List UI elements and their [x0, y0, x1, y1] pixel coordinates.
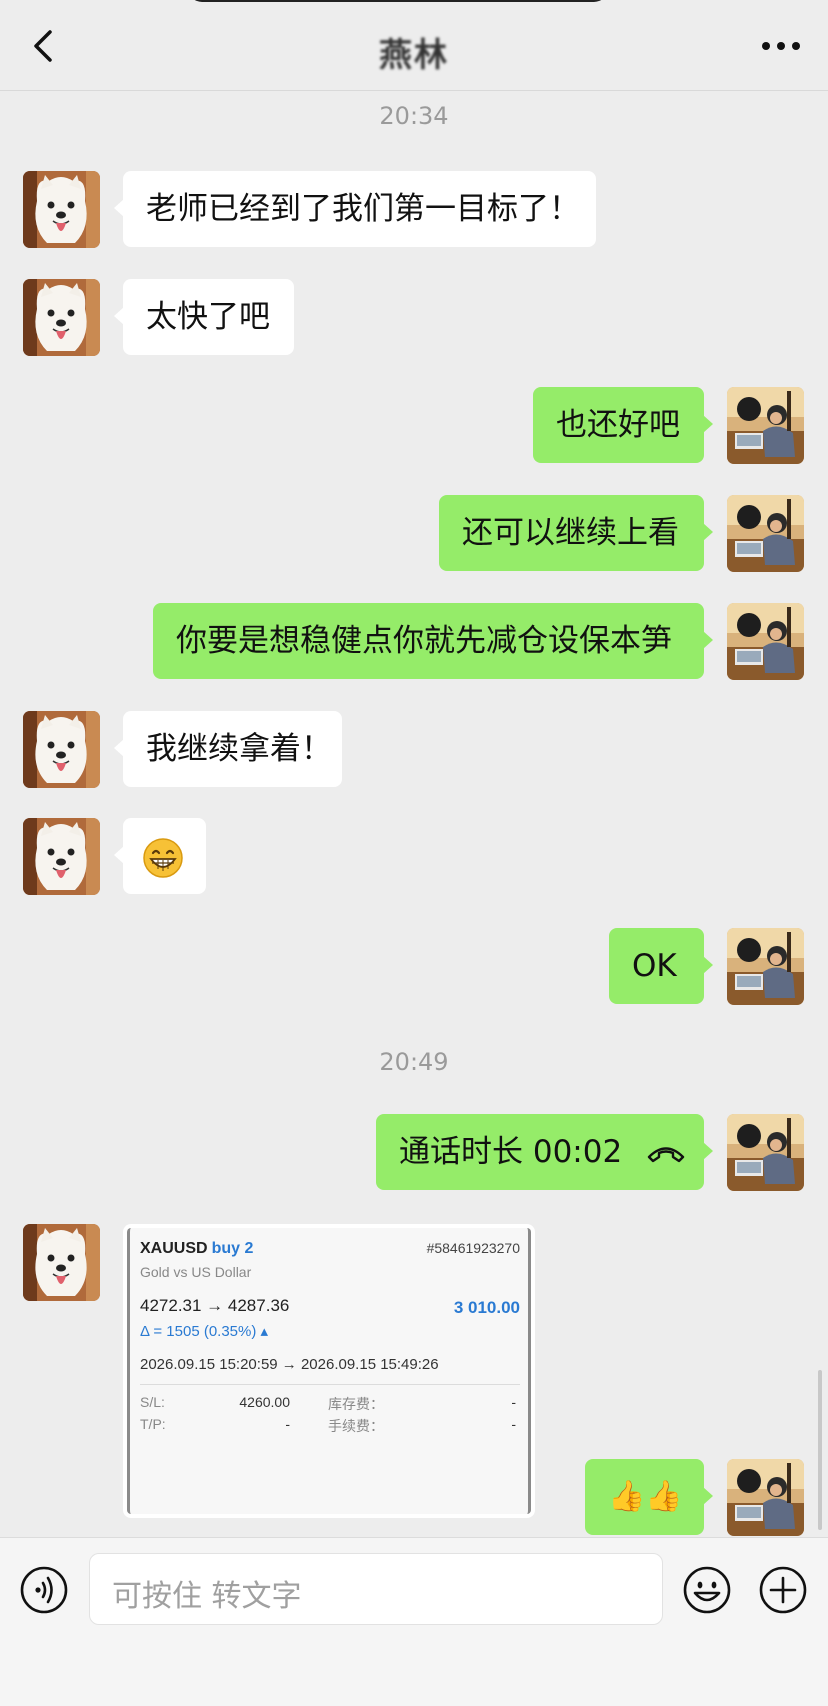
trade-symbol: XAUUSD buy 2: [140, 1240, 253, 1258]
my-avatar[interactable]: [727, 928, 804, 1005]
received-message[interactable]: 我继续拿着！: [114, 711, 342, 787]
phone-hangup-icon: [647, 1146, 685, 1162]
device-notch: [188, 0, 608, 2]
tp-label: T/P:: [140, 1416, 166, 1432]
sent-message[interactable]: 还可以继续上看: [439, 495, 713, 571]
my-avatar[interactable]: [727, 387, 804, 464]
message-input[interactable]: 可按住 转文字: [89, 1553, 663, 1625]
message-list[interactable]: 20:34 老师已经到了我们第一目标了！ 太快了吧 也还好吧 还可以继续上看 你…: [0, 90, 828, 1537]
voice-icon[interactable]: [19, 1565, 69, 1615]
sent-message[interactable]: 👍👍: [585, 1459, 713, 1535]
call-record-message[interactable]: 通话时长 00:02: [376, 1114, 713, 1190]
sent-message[interactable]: 也还好吧: [533, 387, 713, 463]
chat-header: 燕林: [0, 0, 828, 91]
timestamp: 20:49: [379, 1048, 449, 1076]
contact-avatar[interactable]: [23, 279, 100, 356]
trade-side: buy 2: [211, 1240, 254, 1257]
input-bar: 可按住 转文字: [0, 1537, 828, 1706]
sent-message[interactable]: OK: [609, 928, 713, 1004]
trade-profit: 3 010.00: [453, 1298, 520, 1317]
plus-icon[interactable]: [758, 1565, 808, 1615]
contact-avatar[interactable]: [23, 711, 100, 788]
chat-title: 燕林: [379, 35, 449, 74]
contact-avatar[interactable]: [23, 171, 100, 248]
call-duration-text: 通话时长 00:02: [399, 1134, 623, 1170]
swap-label: 库存费：: [328, 1396, 384, 1412]
received-sticker-message[interactable]: [114, 818, 206, 894]
commission-value: -: [511, 1416, 516, 1432]
received-message[interactable]: 太快了吧: [114, 279, 294, 355]
my-avatar[interactable]: [727, 603, 804, 680]
my-avatar[interactable]: [727, 495, 804, 572]
more-dots-icon[interactable]: [758, 30, 804, 60]
input-placeholder: 可按住 转文字: [112, 1579, 302, 1614]
trade-description: Gold vs US Dollar: [140, 1264, 252, 1280]
sent-message[interactable]: 你要是想稳健点你就先减仓设保本笋: [153, 603, 713, 679]
trade-prices: 4272.31 → 4287.36: [140, 1296, 290, 1315]
symbol-text: XAUUSD: [140, 1240, 208, 1257]
trade-card: XAUUSD buy 2 #58461923270 Gold vs US Doll…: [127, 1228, 531, 1514]
commission-label: 手续费：: [328, 1418, 384, 1434]
timestamp: 20:34: [379, 102, 449, 130]
sl-value: 4260.00: [239, 1394, 290, 1410]
my-avatar[interactable]: [727, 1114, 804, 1191]
contact-avatar[interactable]: [23, 1224, 100, 1301]
tp-value: -: [285, 1416, 290, 1432]
trade-delta: Δ = 1505 (0.35%) ▴: [140, 1323, 269, 1340]
divider: [140, 1384, 520, 1385]
swap-value: -: [511, 1394, 516, 1410]
trade-screenshot-message[interactable]: XAUUSD buy 2 #58461923270 Gold vs US Doll…: [123, 1224, 535, 1518]
trade-dates: 2026.09.15 15:20:59 → 2026.09.15 15:49:2…: [140, 1356, 439, 1373]
sl-label: S/L:: [140, 1394, 165, 1410]
scrollbar[interactable]: [818, 1370, 822, 1530]
received-message[interactable]: 老师已经到了我们第一目标了！: [114, 171, 596, 247]
my-avatar[interactable]: [727, 1459, 804, 1536]
contact-avatar[interactable]: [23, 818, 100, 895]
trade-ticket: #58461923270: [426, 1240, 520, 1256]
emoji-icon[interactable]: [682, 1565, 732, 1615]
grin-emoji-icon: [143, 837, 183, 878]
